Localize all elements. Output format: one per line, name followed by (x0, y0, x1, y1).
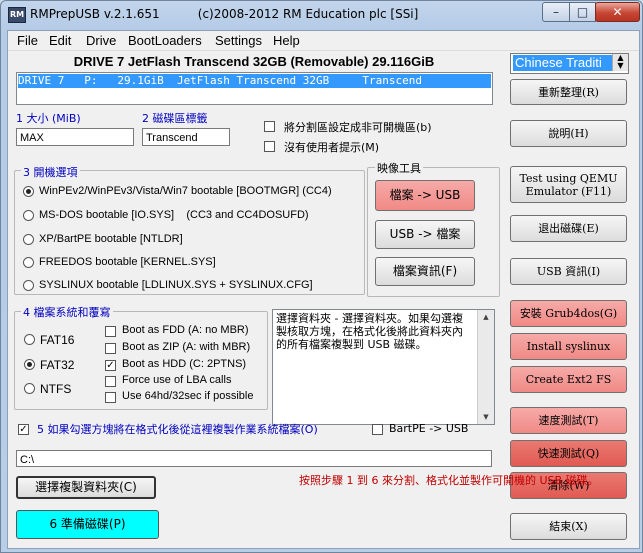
volume-label: 2 磁碟區標籤 (142, 112, 208, 125)
boot-fdd-label: Boot as FDD (A: no MBR) (122, 324, 249, 336)
no-prompt-checkbox[interactable] (264, 141, 275, 152)
boot-option-winpe-label: WinPEv2/WinPEv3/Vista/Win7 bootable [BOO… (39, 185, 332, 197)
boot-fdd-checkbox[interactable] (105, 326, 116, 337)
close-button[interactable]: ✕ (595, 2, 640, 22)
bartpe-checkbox[interactable] (372, 424, 383, 435)
filesystem-title: 4 檔案系統和覆寫 (21, 304, 113, 320)
checkmark-icon: ✓ (19, 424, 28, 435)
drive-list[interactable]: DRIVE 7 P: 29.1GiB JetFlash Transcend 32… (16, 72, 493, 105)
fs-fat32-label: FAT32 (40, 358, 75, 372)
install-grub4dos-button[interactable]: 安裝 Grub4dos(G) (510, 300, 627, 327)
copy-files-label: 5 如果勾選方塊將在格式化後從這裡複製作業系統檔案(O) (37, 423, 318, 436)
size-label: 1 大小 (MiB) (16, 112, 81, 125)
app-icon: RM (8, 7, 26, 23)
boot-hdd-checkbox[interactable]: ✓ (105, 360, 116, 371)
boot-option-msdos-label: MS-DOS bootable [IO.SYS] (CC3 and CC4DOS… (39, 209, 309, 221)
boot-option-radio-xp[interactable] (23, 234, 34, 245)
checkmark-icon: ✓ (106, 360, 115, 371)
fs-radio-fat16[interactable] (24, 334, 35, 345)
boot-zip-label: Boot as ZIP (A: with MBR) (122, 341, 251, 353)
menu-drive[interactable]: Drive (86, 33, 116, 48)
qemu-test-button[interactable]: Test using QEMU Emulator (F11) (510, 166, 627, 203)
app-name: RMPrepUSB v.2.1.651 (30, 7, 160, 21)
copy-files-checkbox[interactable]: ✓ (18, 424, 29, 435)
fs-radio-ntfs[interactable] (24, 383, 35, 394)
quick-test-button[interactable]: 快速測試(Q) (510, 440, 627, 467)
menu-settings[interactable]: Settings (215, 33, 262, 48)
close-icon: ✕ (612, 5, 623, 19)
menu-bar: File Edit Drive BootLoaders Settings Hel… (8, 31, 639, 51)
boot-options-title: 3 開機選項 (21, 164, 80, 180)
client-area: File Edit Drive BootLoaders Settings Hel… (7, 30, 640, 549)
speed-test-button[interactable]: 速度測試(T) (510, 407, 627, 434)
file-to-usb-button[interactable]: 檔案 -> USB (375, 180, 475, 211)
instruction-text: 按照步驟 1 到 6 來分割、格式化並製作可開機的 USB 磁碟。 (299, 474, 599, 487)
boot-option-freedos-label: FREEDOS bootable [KERNEL.SYS] (39, 256, 216, 268)
boot-option-radio-syslinux[interactable] (23, 280, 34, 291)
window-title: RMPrepUSB v.2.1.651 (c)2008-2012 RM Educ… (30, 7, 418, 21)
menu-edit[interactable]: Edit (49, 33, 71, 48)
language-select[interactable]: Chinese Traditi ▲ ▼ (510, 53, 629, 74)
fs-ntfs-label: NTFS (40, 382, 72, 396)
eject-button[interactable]: 退出磁碟(E) (510, 215, 627, 242)
use-64hd-checkbox[interactable] (105, 392, 116, 403)
usb-info-button[interactable]: USB 資訊(I) (510, 258, 627, 285)
select-copy-folder-button[interactable]: 選擇複製資料夾(C) (16, 476, 156, 499)
menu-bootloaders[interactable]: BootLoaders (128, 33, 202, 48)
boot-option-radio-winpe[interactable] (23, 186, 34, 197)
use-64hd-label: Use 64hd/32sec if possible (122, 390, 254, 402)
notes-textbox[interactable]: 選擇資料夾 - 選擇資料夾。如果勾選複製核取方塊，在格式化後將此資料夾內的所有檔… (272, 309, 495, 425)
minimize-button[interactable]: – (542, 2, 570, 22)
scroll-up-icon[interactable]: ▲ (480, 311, 492, 323)
language-spin[interactable]: ▲ ▼ (612, 54, 628, 71)
minimize-icon: – (553, 5, 559, 19)
force-lba-label: Force use of LBA calls (122, 374, 232, 386)
title-bar[interactable]: RM RMPrepUSB v.2.1.651 (c)2008-2012 RM E… (1, 1, 642, 29)
usb-to-file-button[interactable]: USB -> 檔案 (375, 220, 475, 249)
notes-text: 選擇資料夾 - 選擇資料夾。如果勾選複製核取方塊，在格式化後將此資料夾內的所有檔… (276, 312, 463, 351)
boot-option-syslinux-label: SYSLINUX bootable [LDLINUX.SYS + SYSLINU… (39, 279, 313, 291)
language-value: Chinese Traditi (513, 55, 628, 71)
fs-radio-fat32[interactable] (24, 359, 35, 370)
drive-header: DRIVE 7 JetFlash Transcend 32GB (Removab… (73, 54, 435, 69)
non-bootable-checkbox[interactable] (264, 121, 275, 132)
maximize-button[interactable]: □ (569, 2, 596, 22)
boot-hdd-label: Boot as HDD (C: 2PTNS) (122, 358, 247, 370)
bartpe-label: BartPE -> USB (389, 422, 469, 435)
menu-help[interactable]: Help (273, 33, 300, 48)
file-info-button[interactable]: 檔案資訊(F) (375, 257, 475, 286)
install-syslinux-button[interactable]: Install syslinux (510, 333, 627, 360)
no-prompt-label: 沒有使用者提示(M) (284, 141, 380, 154)
fs-fat16-label: FAT16 (40, 333, 75, 347)
exit-button[interactable]: 結束(X) (510, 513, 627, 540)
notes-scrollbar[interactable]: ▲ ▼ (477, 310, 494, 424)
chevron-down-icon[interactable]: ▼ (613, 62, 628, 70)
image-tools-title: 映像工具 (375, 160, 423, 176)
app-window: RM RMPrepUSB v.2.1.651 (c)2008-2012 RM E… (0, 0, 643, 553)
non-bootable-label: 將分割區設定成非可開機區(b) (284, 121, 432, 134)
boot-option-xp-label: XP/BartPE bootable [NTLDR] (39, 233, 183, 245)
scroll-down-icon[interactable]: ▼ (480, 411, 492, 423)
prepare-drive-button[interactable]: 6 準備磁碟(P) (16, 510, 159, 539)
drive-list-item[interactable]: DRIVE 7 P: 29.1GiB JetFlash Transcend 32… (18, 74, 491, 88)
size-input[interactable]: MAX (16, 128, 134, 146)
copy-folder-path-input[interactable]: C:\ (16, 450, 492, 467)
boot-option-radio-msdos[interactable] (23, 210, 34, 221)
copyright-text: (c)2008-2012 RM Education plc [SSi] (197, 7, 419, 21)
menu-file[interactable]: File (17, 33, 38, 48)
boot-zip-checkbox[interactable] (105, 343, 116, 354)
force-lba-checkbox[interactable] (105, 376, 116, 387)
help-button[interactable]: 說明(H) (510, 120, 627, 147)
create-ext2-button[interactable]: Create Ext2 FS (510, 366, 627, 393)
boot-option-radio-freedos[interactable] (23, 257, 34, 268)
maximize-icon: □ (576, 5, 589, 19)
refresh-button[interactable]: 重新整理(R) (510, 79, 627, 105)
volume-label-input[interactable]: Transcend (142, 128, 230, 146)
